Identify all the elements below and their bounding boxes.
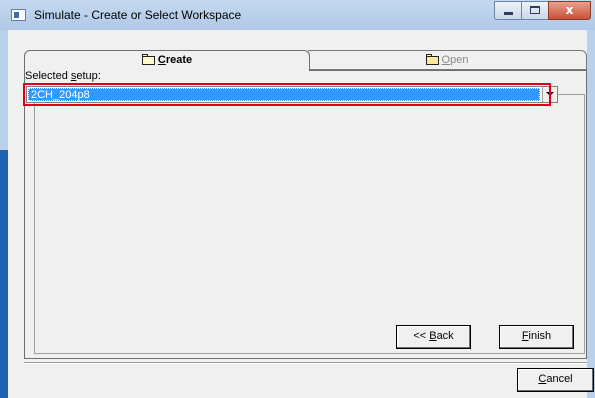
close-button[interactable]: x: [548, 1, 591, 20]
finish-button[interactable]: Finish: [499, 325, 574, 349]
separator: [24, 362, 587, 364]
chevron-down-icon: [546, 92, 554, 96]
folder-icon: [141, 54, 156, 65]
tab-open-label: Open: [425, 54, 468, 66]
desktop-background-strip: [0, 150, 8, 398]
selected-setup-label: Selected setup:: [25, 70, 101, 82]
title-bar[interactable]: Simulate - Create or Select Workspace x: [0, 0, 595, 30]
back-button[interactable]: << Back: [396, 325, 471, 349]
maximize-icon: [530, 6, 540, 14]
close-icon: x: [565, 3, 574, 17]
window-title: Simulate - Create or Select Workspace: [34, 8, 242, 22]
cancel-button[interactable]: Cancel: [517, 368, 594, 392]
minimize-icon: [504, 12, 513, 15]
dialog-client-area: Create Open Selected setup: 2CH_204p8 <<…: [8, 30, 594, 398]
tab-create[interactable]: Create: [24, 50, 310, 71]
dropdown-button[interactable]: [542, 87, 557, 102]
tab-create-label: Create: [141, 54, 192, 66]
setup-select[interactable]: 2CH_204p8: [26, 86, 558, 103]
minimize-button[interactable]: [494, 1, 521, 20]
tab-open[interactable]: Open: [306, 50, 587, 70]
app-icon[interactable]: [11, 9, 26, 21]
open-folder-icon: [425, 54, 440, 65]
setup-select-value[interactable]: 2CH_204p8: [28, 88, 540, 101]
dialog-window: Simulate - Create or Select Workspace x …: [0, 0, 595, 398]
maximize-button[interactable]: [521, 1, 548, 20]
setup-groupbox: [34, 94, 585, 354]
create-tab-panel: [24, 70, 587, 359]
